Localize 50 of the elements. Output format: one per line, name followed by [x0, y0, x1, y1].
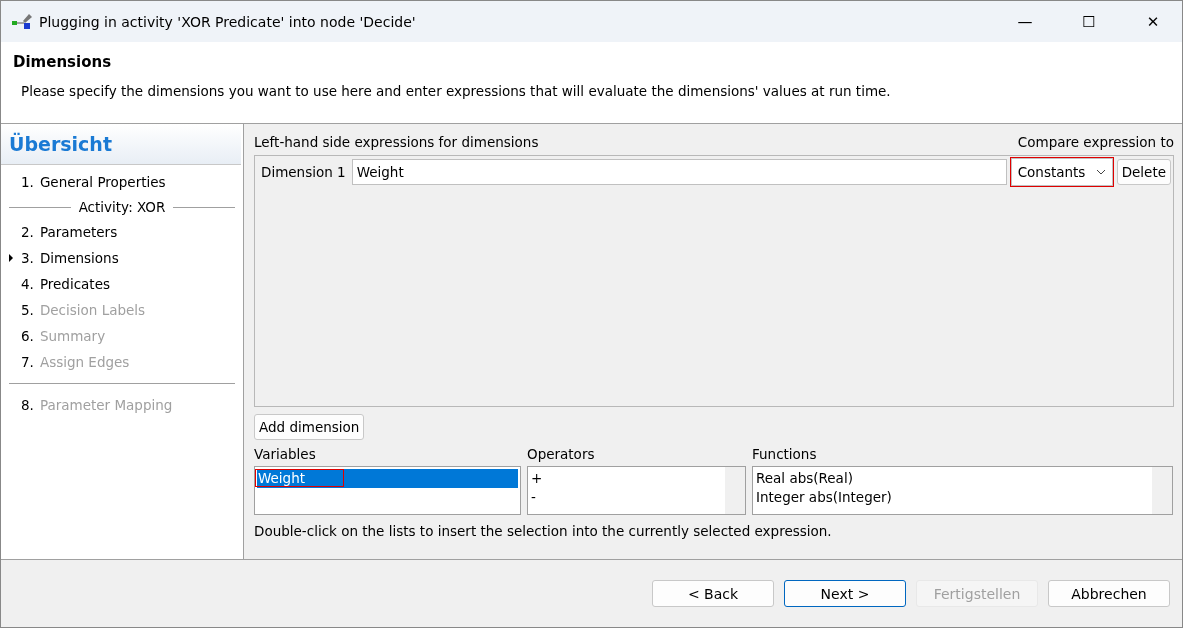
compare-dropdown[interactable]: Constants	[1010, 158, 1113, 186]
wizard-button[interactable]: < Back	[652, 580, 774, 607]
hint-text: Double-click on the lists to insert the selection into the currently selected expression.	[254, 523, 833, 539]
page-description: Please specify the dimensions you want to use here and enter expressions that will evaluate the dimensions' values at run time.	[21, 83, 892, 99]
list-title: Functions	[752, 446, 818, 462]
highlight-frame: Real abs(Real)	[753, 469, 892, 487]
highlight-frame: +	[528, 469, 582, 487]
list-box[interactable]: Weight	[254, 466, 521, 515]
wizard-step[interactable]: Dimensions	[39, 250, 119, 266]
wizard-step[interactable]: General Properties	[39, 174, 166, 190]
step-number: 6.	[21, 328, 34, 344]
section-label: Activity: XOR	[78, 199, 166, 215]
highlight-frame: Weight	[255, 469, 345, 487]
plugin-icon	[11, 12, 33, 31]
expression-field[interactable]: Weight	[351, 159, 1007, 185]
window-control[interactable]: ☐	[1060, 11, 1118, 32]
step-number: 1.	[21, 174, 34, 190]
compare-heading: Compare expression to	[1017, 134, 1174, 150]
list-box[interactable]: + -	[527, 466, 746, 515]
dimension-label: Dimension 1	[260, 164, 347, 180]
step-number: 5.	[21, 302, 34, 318]
list-box[interactable]: Real abs(Real) Integer abs(Integer)	[752, 466, 1173, 515]
chevron-icon	[1095, 169, 1106, 175]
window-control[interactable]: —	[996, 11, 1054, 32]
list-item[interactable]: -	[530, 488, 723, 507]
step-number: 7.	[21, 354, 34, 370]
step-number: 3.	[21, 250, 34, 266]
wizard-button[interactable]: Abbrechen	[1048, 580, 1170, 607]
list-title: Variables	[254, 446, 317, 462]
highlight-frame: -	[528, 488, 575, 506]
wizard-step[interactable]: Parameters	[39, 224, 118, 240]
highlight-frame: Integer abs(Integer)	[753, 488, 931, 506]
add-dimension-button[interactable]: Add dimension	[254, 414, 365, 440]
list-item[interactable]: Weight	[257, 469, 518, 488]
list-title: Operators	[527, 446, 596, 462]
step-number: 2.	[21, 224, 34, 240]
scrollbar[interactable]	[725, 467, 745, 514]
list-item[interactable]: Real abs(Real)	[755, 469, 1150, 488]
dimensions-heading: Left-hand side expressions for dimensions	[254, 134, 539, 150]
list-item[interactable]: +	[530, 469, 723, 488]
wizard-button[interactable]: Next >	[784, 580, 906, 607]
scrollbar[interactable]	[1152, 467, 1172, 514]
window-control[interactable]: ✕	[1124, 11, 1182, 32]
wizard-step[interactable]: Predicates	[39, 276, 110, 292]
window-title: Plugging in activity 'XOR Predicate' into node 'Decide'	[39, 13, 417, 30]
page-title: Dimensions	[13, 53, 113, 71]
list-item[interactable]: Integer abs(Integer)	[755, 488, 1150, 507]
step-number: 4.	[21, 276, 34, 292]
step-number: 8.	[21, 397, 34, 413]
delete-button[interactable]: Delete	[1116, 159, 1171, 185]
